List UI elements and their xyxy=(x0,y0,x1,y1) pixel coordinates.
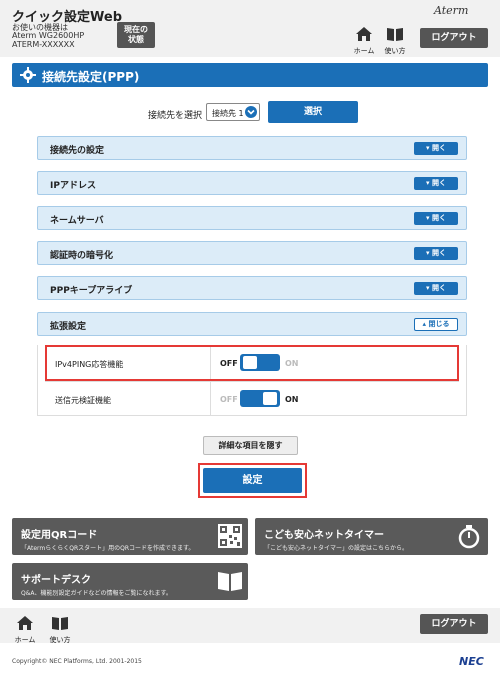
gear-icon xyxy=(20,67,36,83)
qr-card-description: 「AtermらくらくQRスタート」用のQRコードを作成できます。 xyxy=(21,545,195,552)
connection-select-label: 接続先を選択 xyxy=(148,111,203,121)
section-label: ネームサーバ xyxy=(50,216,104,226)
support-card-title: サポートデスク xyxy=(21,575,91,586)
child-safety-timer-card[interactable]: こども安心ネットタイマー 「こども安心ネットタイマー」の設定はこちらから。 xyxy=(255,518,488,555)
footer-logout-button[interactable]: ログアウト xyxy=(420,614,488,634)
ipv4-ping-toggle[interactable] xyxy=(240,354,280,371)
page-title-bar: 接続先設定(PPP) xyxy=(12,63,488,87)
status-button-line2: 状態 xyxy=(128,35,144,44)
support-desk-card[interactable]: サポートデスク Q&A、機能別設定ガイドなどの情報をご覧になれます。 xyxy=(12,563,248,600)
section-name-server[interactable]: ネームサーバ ▾ 開く xyxy=(37,206,467,230)
book-icon xyxy=(218,572,242,591)
source-verify-off-text: OFF xyxy=(220,395,238,404)
submit-button[interactable]: 設定 xyxy=(203,468,302,493)
expand-button[interactable]: ▾ 開く xyxy=(414,282,458,295)
ipv4-ping-off-text: OFF xyxy=(220,359,238,368)
ipv4-ping-on-text: ON xyxy=(285,359,299,368)
source-verify-on-text: ON xyxy=(285,395,299,404)
footer-home-button[interactable]: ホーム xyxy=(12,615,38,645)
connection-select-value: 接続先 1 xyxy=(212,109,244,118)
book-icon xyxy=(387,28,403,41)
hide-details-button[interactable]: 詳細な項目を隠す xyxy=(203,436,298,455)
support-card-description: Q&A、機能別設定ガイドなどの情報をご覧になれます。 xyxy=(21,590,172,597)
aterm-logo: Aterm xyxy=(434,4,469,17)
ipv4-ping-label: IPv4PING応答機能 xyxy=(55,360,124,369)
collapse-button[interactable]: ▴ 閉じる xyxy=(414,318,458,331)
qr-code-card[interactable]: 設定用QRコード 「AtermらくらくQRスタート」用のQRコードを作成できます… xyxy=(12,518,248,555)
section-label: 拡張設定 xyxy=(50,322,87,332)
copyright: Copyright© NEC Platforms, Ltd. 2001-2015 xyxy=(12,658,142,665)
source-verify-label: 送信元検証機能 xyxy=(55,396,111,405)
divider xyxy=(45,381,459,382)
chevron-down-icon xyxy=(245,106,257,118)
footer-home-label: ホーム xyxy=(14,636,36,644)
section-connection-settings[interactable]: 接続先の設定 ▾ 開く xyxy=(37,136,467,160)
select-button[interactable]: 選択 xyxy=(268,101,358,123)
expand-button[interactable]: ▾ 開く xyxy=(414,212,458,225)
timer-card-title: こども安心ネットタイマー xyxy=(264,530,384,541)
home-icon xyxy=(17,616,33,630)
logout-button[interactable]: ログアウト xyxy=(420,28,488,48)
footer-howto-button[interactable]: 使い方 xyxy=(47,615,73,645)
home-label: ホーム xyxy=(353,47,375,55)
howto-nav-button[interactable]: 使い方 xyxy=(382,26,408,56)
section-label: 接続先の設定 xyxy=(50,146,105,156)
howto-label: 使い方 xyxy=(384,47,406,55)
nec-logo: NEC xyxy=(459,655,484,668)
qr-code-icon xyxy=(218,524,242,548)
expand-button[interactable]: ▾ 開く xyxy=(414,247,458,260)
section-extended-settings[interactable]: 拡張設定 ▴ 閉じる xyxy=(37,312,467,336)
section-label: 認証時の暗号化 xyxy=(50,251,114,261)
qr-card-title: 設定用QRコード xyxy=(21,530,98,541)
section-ip-address[interactable]: IPアドレス ▾ 開く xyxy=(37,171,467,195)
section-label: IPアドレス xyxy=(50,181,96,191)
section-label: PPPキープアライブ xyxy=(50,286,133,296)
connection-select[interactable]: 接続先 1 xyxy=(206,103,260,121)
status-button-line1: 現在の xyxy=(124,25,148,34)
current-status-button[interactable]: 現在の 状態 xyxy=(117,22,155,48)
source-verify-toggle[interactable] xyxy=(240,390,280,407)
expand-button[interactable]: ▾ 開く xyxy=(414,177,458,190)
home-nav-button[interactable]: ホーム xyxy=(351,26,377,56)
book-icon xyxy=(52,617,68,630)
timer-card-description: 「こども安心ネットタイマー」の設定はこちらから。 xyxy=(264,545,409,552)
device-info-name: ATERM-XXXXXX xyxy=(12,40,75,49)
device-info-model: Aterm WG2600HP xyxy=(12,31,85,40)
page-title: 接続先設定(PPP) xyxy=(42,70,140,84)
footer-howto-label: 使い方 xyxy=(49,636,71,644)
home-icon xyxy=(356,27,372,41)
section-ppp-keepalive[interactable]: PPPキープアライブ ▾ 開く xyxy=(37,276,467,300)
expand-button[interactable]: ▾ 開く xyxy=(414,142,458,155)
section-auth-encryption[interactable]: 認証時の暗号化 ▾ 開く xyxy=(37,241,467,265)
stopwatch-icon xyxy=(458,525,480,549)
